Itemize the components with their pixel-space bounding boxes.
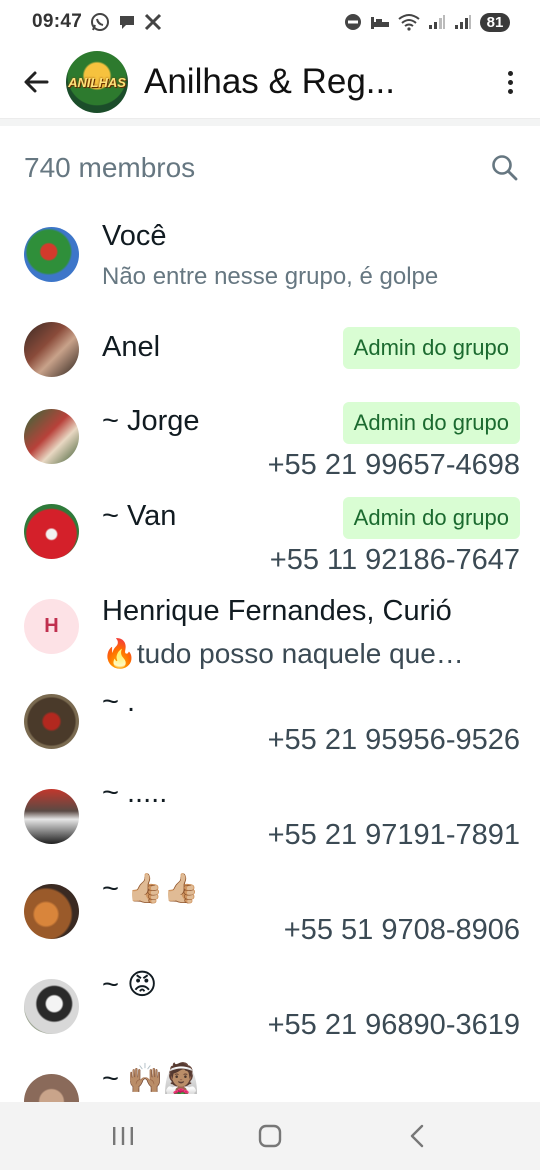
nav-back-button[interactable] — [387, 1116, 447, 1156]
group-avatar[interactable]: ANILHAS — [66, 51, 128, 113]
avatar — [24, 409, 79, 464]
member-phone: +55 51 9708-8906 — [283, 914, 520, 946]
list-item[interactable]: Você Não entre nesse grupo, é golpe — [0, 200, 540, 312]
member-name: Anel — [102, 331, 161, 363]
x-icon — [144, 13, 162, 31]
member-name: ~ 😡 — [102, 969, 158, 1001]
battery-indicator: 81 — [480, 12, 510, 32]
member-name: ~ ..... — [102, 777, 168, 809]
status-left: 09:47 — [32, 11, 162, 33]
system-nav-bar — [0, 1102, 540, 1170]
search-button[interactable] — [490, 153, 520, 183]
members-count: 740 membros — [24, 152, 196, 183]
chat-icon — [118, 13, 136, 31]
member-name: ~ 👍🏼👍🏼 — [102, 873, 200, 905]
member-name: ~ 🙌🏽👰🏽 — [102, 1063, 200, 1095]
recent-apps-button[interactable] — [93, 1116, 153, 1156]
status-time: 09:47 — [32, 11, 83, 32]
list-item[interactable]: ~ Van Admin do grupo +55 11 92186-7647 — [0, 482, 540, 577]
sleep-icon — [370, 14, 390, 30]
member-list: Você Não entre nesse grupo, é golpe Anel… — [0, 200, 540, 1147]
admin-badge: Admin do grupo — [342, 327, 520, 369]
avatar — [24, 322, 79, 377]
app-bar: ANILHAS Anilhas & Reg... — [0, 44, 540, 120]
avatar — [24, 694, 79, 749]
member-name: Você — [102, 220, 167, 252]
avatar — [24, 504, 79, 559]
signal-icon — [454, 14, 472, 30]
member-name: Henrique Fernandes, Curió — [102, 595, 452, 627]
avatar — [24, 227, 79, 282]
list-item[interactable]: H Henrique Fernandes, Curió 🔥tudo posso … — [0, 577, 540, 672]
arrow-back-icon — [24, 71, 49, 93]
member-phone: +55 21 97191-7891 — [267, 819, 520, 851]
member-phone: +55 11 92186-7647 — [269, 544, 520, 576]
group-title[interactable]: Anilhas & Reg... — [144, 62, 496, 102]
avatar — [24, 884, 79, 939]
admin-badge: Admin do grupo — [342, 402, 520, 444]
list-item[interactable]: ~ 👍🏼👍🏼 +55 51 9708-8906 — [0, 862, 540, 957]
list-item[interactable]: ~ . +55 21 95956-9526 — [0, 672, 540, 767]
member-phone: +55 21 96890-3619 — [267, 1009, 520, 1041]
whatsapp-icon — [90, 12, 110, 32]
avatar — [24, 789, 79, 844]
member-name: ~ Jorge — [102, 405, 200, 437]
member-phone: +55 21 95956-9526 — [267, 724, 520, 756]
back-button[interactable] — [18, 62, 54, 102]
list-item[interactable]: ~ ..... +55 21 97191-7891 — [0, 767, 540, 862]
admin-badge: Admin do grupo — [342, 497, 520, 539]
member-name: ~ Van — [102, 500, 177, 532]
group-avatar-logo: ANILHAS — [68, 74, 126, 90]
list-item[interactable]: Anel Admin do grupo — [0, 312, 540, 387]
status-right: 81 — [344, 12, 510, 32]
member-phone: +55 21 99657-4698 — [267, 449, 520, 481]
avatar — [24, 979, 79, 1034]
member-name: ~ . — [102, 686, 136, 718]
do-not-disturb-icon — [344, 13, 362, 31]
more-options-button[interactable] — [496, 62, 524, 102]
avatar: H — [24, 599, 79, 654]
section-divider — [0, 118, 540, 126]
member-about: Não entre nesse grupo, é golpe — [102, 263, 439, 290]
home-icon — [258, 1124, 282, 1148]
signal-icon — [428, 14, 446, 30]
back-icon — [410, 1124, 423, 1148]
wifi-icon — [398, 13, 420, 31]
list-item[interactable]: ~ 😡 +55 21 96890-3619 — [0, 957, 540, 1052]
status-bar: 09:47 81 — [0, 0, 540, 44]
more-vert-icon — [507, 70, 513, 76]
home-button[interactable] — [240, 1116, 300, 1156]
member-about: 🔥tudo posso naquele que… — [102, 638, 464, 669]
recent-apps-icon — [113, 1127, 134, 1145]
members-header: 740 membros — [0, 140, 540, 196]
search-icon — [492, 155, 518, 181]
list-item[interactable]: ~ Jorge Admin do grupo +55 21 99657-4698 — [0, 387, 540, 482]
